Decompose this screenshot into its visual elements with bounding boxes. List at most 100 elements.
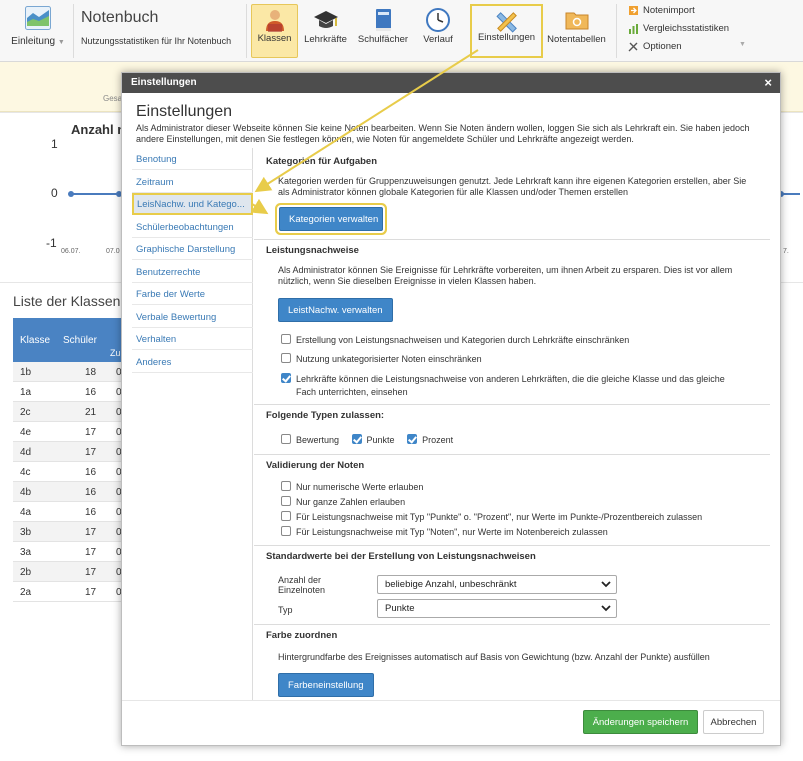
type-points-label: Punkte [366,435,395,445]
toolbar-grade-tables-button[interactable]: Notentabellen [545,4,608,58]
nav-item-grading[interactable]: Benotung [132,148,253,170]
comparison-stats-link[interactable]: Vergleichsstatistiken [628,23,729,34]
table-row[interactable]: 3a 17 0 [13,542,123,562]
table-row[interactable]: 4a 16 0 [13,502,123,522]
nav-item-other[interactable]: Anderes [132,351,253,373]
nav-item-verbal-assessment[interactable]: Verbale Bewertung [132,306,253,328]
nav-item-period[interactable]: Zeitraum [132,171,253,193]
intro-menu-button[interactable]: Einleitung ▼ [8,4,68,58]
section-title-color: Farbe zuordnen [254,624,770,644]
validation-numeric-row[interactable]: Nur numerische Werte erlauben [281,481,761,494]
restrict-uncategorized-checkbox-row[interactable]: Nutzung unkategorisierter Noten einschrä… [281,353,761,366]
table-cell: 17 [85,587,97,598]
nav-item-graphics[interactable]: Graphische Darstellung [132,238,253,260]
intro-label: Einleitung [11,36,56,47]
restrict-creation-checkbox-row[interactable]: Erstellung von Leistungsnachweisen und K… [281,334,761,347]
validation-grade-range-row[interactable]: Für Leistungsnachweise mit Typ "Noten", … [281,526,761,539]
dialog-titlebar-text: Einstellungen [131,77,197,88]
close-icon[interactable]: × [764,75,772,90]
section-title-validation: Validierung der Noten [254,454,770,474]
checkbox[interactable] [281,526,291,536]
toolbar-subjects-button[interactable]: Schulfächer [356,4,410,58]
cancel-button[interactable]: Abbrechen [703,710,764,734]
table-cell: 16 [85,467,97,478]
nav-item-user-rights[interactable]: Benutzerrechte [132,261,253,283]
nav-item-assessments-categories[interactable]: LeisNachw. und Katego... [132,193,253,215]
checkbox[interactable] [281,353,291,363]
toolbar-button-label: Verlauf [423,34,453,45]
checkbox[interactable] [281,481,291,491]
column-header[interactable]: Klasse [20,335,50,346]
checkbox-checked[interactable] [281,373,291,383]
manage-assessments-button[interactable]: LeistNachw. verwalten [278,298,393,322]
checkbox-label: Nur numerische Werte erlauben [296,482,424,492]
section-title-categories: Kategorien für Aufgaben [266,156,378,167]
toolbar-history-button[interactable]: Verlauf [418,4,458,58]
table-cell: 1b [20,367,32,378]
section-title-allowed-types: Folgende Typen zulassen: [254,404,770,424]
toolbar-classes-button[interactable]: Klassen [251,4,298,58]
checkbox-label: Für Leistungsnachweise mit Typ "Punkte" … [296,512,703,522]
teachers-view-others-checkbox-row[interactable]: Lehrkräfte können die Leistungsnachweise… [281,373,726,399]
grade-import-link[interactable]: Notenimport [628,5,695,16]
table-row[interactable]: 2b 17 0 [13,562,123,582]
table-cell: 2a [20,587,32,598]
table-row[interactable]: 4c 16 0 [13,462,123,482]
checkbox[interactable] [281,511,291,521]
column-header[interactable]: Zu [110,348,121,358]
table-cell: 4c [20,467,31,478]
top-toolbar: Einleitung ▼ Notenbuch Nutzungsstatistik… [0,0,803,62]
table-row[interactable]: 4b 16 0 [13,482,123,502]
nav-item-behavior[interactable]: Verhalten [132,328,253,350]
nav-item-value-colors[interactable]: Farbe der Werte [132,283,253,305]
table-cell: 1a [20,387,32,398]
table-cell: 3a [20,547,32,558]
color-settings-button[interactable]: Farbeneinstellung [278,673,374,697]
dialog-titlebar[interactable]: Einstellungen × [122,73,780,93]
x-tick-label: 07.0 [106,248,120,255]
checkbox-checked[interactable] [407,434,418,444]
table-cell: 4e [20,427,32,438]
toolbar-settings-button[interactable]: Einstellungen [470,4,543,58]
app-subtitle: Nutzungsstatistiken für Ihr Notenbuch [81,36,232,46]
table-cell: 2c [20,407,31,418]
validation-points-range-row[interactable]: Für Leistungsnachweise mit Typ "Punkte" … [281,511,761,524]
table-cell: 16 [85,507,97,518]
toolbar-button-label: Lehrkräfte [304,34,347,45]
column-header[interactable]: Schüler [63,335,97,346]
checkbox-checked[interactable] [351,434,362,444]
graduation-cap-icon [313,11,338,28]
table-row[interactable]: 2a 17 0 [13,582,123,602]
table-row[interactable]: 3b 17 0 [13,522,123,542]
table-cell: 18 [85,367,97,378]
checkbox-label: Für Leistungsnachweise mit Typ "Noten", … [296,527,608,537]
table-row[interactable]: 2c 21 0 [13,402,123,422]
chart-series-line [70,193,122,195]
table-row[interactable]: 1b 18 0 [13,362,123,382]
single-grades-count-select[interactable]: beliebige Anzahl, unbeschränkt [377,575,617,594]
toolbar-teachers-button[interactable]: Lehrkräfte [302,4,349,58]
select-value: beliebige Anzahl, unbeschränkt [385,579,517,590]
validation-integers-row[interactable]: Nur ganze Zahlen erlauben [281,496,761,509]
checkbox[interactable] [281,496,291,506]
table-row[interactable]: 4d 17 0 [13,442,123,462]
type-rating-label: Bewertung [296,435,340,445]
table-cell: 16 [85,487,97,498]
table-cell: 4a [20,507,32,518]
type-select[interactable]: Punkte [377,599,617,618]
checkbox[interactable] [281,334,291,344]
table-row[interactable]: 4e 17 0 [13,422,123,442]
checkbox[interactable] [281,434,291,444]
table-row[interactable]: 1a 16 0 [13,382,123,402]
class-list-title: Liste der Klassen [13,293,121,309]
dialog-footer-divider [122,700,780,701]
manage-categories-button[interactable]: Kategorien verwalten [279,207,383,231]
save-changes-button[interactable]: Änderungen speichern [583,710,698,734]
options-link[interactable]: Optionen ▼ [628,41,746,52]
table-cell: 4b [20,487,32,498]
color-description: Hintergrundfarbe des Ereignisses automat… [278,652,710,662]
dialog-heading: Einstellungen [136,103,233,120]
chart-title: Anzahl n [71,122,126,137]
nav-item-observations[interactable]: Schülerbeobachtungen [132,216,253,238]
grade-import-label: Notenimport [643,5,695,17]
